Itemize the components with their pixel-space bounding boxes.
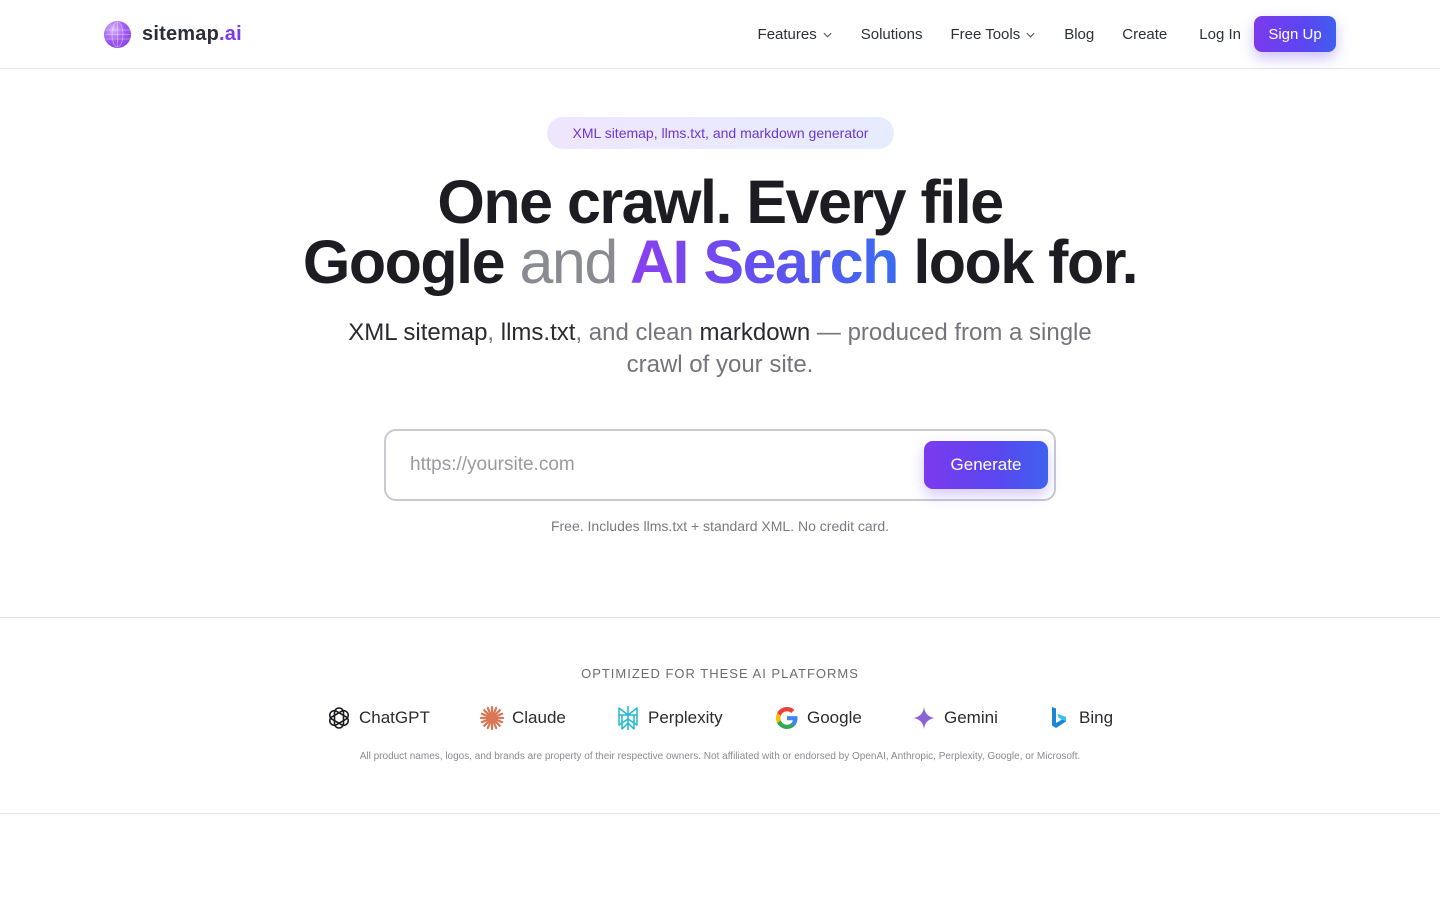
nav-features-label: Features — [757, 25, 817, 43]
nav-features[interactable]: Features — [758, 26, 833, 43]
perplexity-icon — [615, 705, 641, 731]
bing-icon — [1046, 705, 1072, 731]
platform-google: Google — [774, 704, 862, 732]
generate-button[interactable]: Generate — [924, 441, 1048, 489]
url-form: Generate — [384, 429, 1056, 501]
platform-chatgpt: ChatGPT — [326, 704, 430, 732]
platform-perplexity: Perplexity — [615, 704, 723, 732]
hero-subheading: XML sitemap, llms.txt, and clean markdow… — [348, 319, 1092, 378]
url-input[interactable] — [410, 449, 910, 481]
globe-logo-icon — [104, 20, 131, 48]
platform-name: Claude — [512, 708, 566, 727]
headline-ai-search: AI Search — [629, 228, 899, 296]
google-icon — [774, 705, 800, 731]
chevron-down-icon — [1026, 32, 1035, 38]
chevron-down-icon — [823, 32, 832, 38]
nav-free-tools-label: Free Tools — [950, 25, 1021, 43]
trademark-disclaimer: All product names, logos, and brands are… — [359, 751, 1081, 762]
platform-bing: Bing — [1046, 704, 1113, 732]
form-note: Free. Includes llms.txt + standard XML. … — [550, 518, 890, 534]
nav-blog[interactable]: Blog — [1064, 26, 1094, 43]
platform-name: Google — [807, 708, 862, 727]
platforms-title: OPTIMIZED FOR THESE AI PLATFORMS — [581, 666, 859, 681]
nav-solutions-label: Solutions — [860, 25, 923, 43]
platforms-row: ChatGPT Claude Perplexity Google Gemini … — [0, 704, 1440, 732]
signup-button[interactable]: Sign Up — [1254, 16, 1336, 52]
gemini-icon — [911, 705, 937, 731]
platform-claude: Claude — [479, 704, 566, 732]
platform-name: ChatGPT — [359, 708, 430, 727]
platform-name: Perplexity — [648, 708, 723, 727]
headline-line-2: Google and AI Search look for. — [0, 232, 1440, 293]
platform-name: Gemini — [944, 708, 998, 727]
login-link[interactable]: Log In — [1199, 26, 1241, 43]
main-nav: Features Solutions Free Tools Blog Creat… — [758, 16, 1336, 52]
section-divider — [0, 813, 1440, 814]
hero-headline: One crawl. Every file Google and AI Sear… — [0, 168, 1440, 293]
headline-google: Google — [302, 228, 506, 296]
nav-create[interactable]: Create — [1122, 26, 1167, 43]
nav-blog-label: Blog — [1064, 25, 1095, 43]
headline-line-1: One crawl. Every file — [437, 168, 1004, 236]
hero-badge: XML sitemap, llms.txt, and markdown gene… — [547, 117, 894, 149]
nav-create-label: Create — [1122, 25, 1168, 43]
logo-text: sitemap.ai — [142, 22, 242, 45]
headline-and: and — [519, 228, 618, 296]
nav-solutions[interactable]: Solutions — [861, 26, 923, 43]
claude-icon — [479, 705, 505, 731]
platform-name: Bing — [1079, 708, 1114, 727]
top-nav-bar: sitemap.ai Features Solutions Free Tools… — [0, 0, 1440, 69]
headline-end: look for. — [913, 228, 1138, 296]
chatgpt-icon — [326, 705, 352, 731]
logo[interactable]: sitemap.ai — [104, 20, 242, 48]
nav-free-tools[interactable]: Free Tools — [950, 26, 1036, 43]
platform-gemini: Gemini — [911, 704, 998, 732]
section-divider — [0, 617, 1440, 618]
